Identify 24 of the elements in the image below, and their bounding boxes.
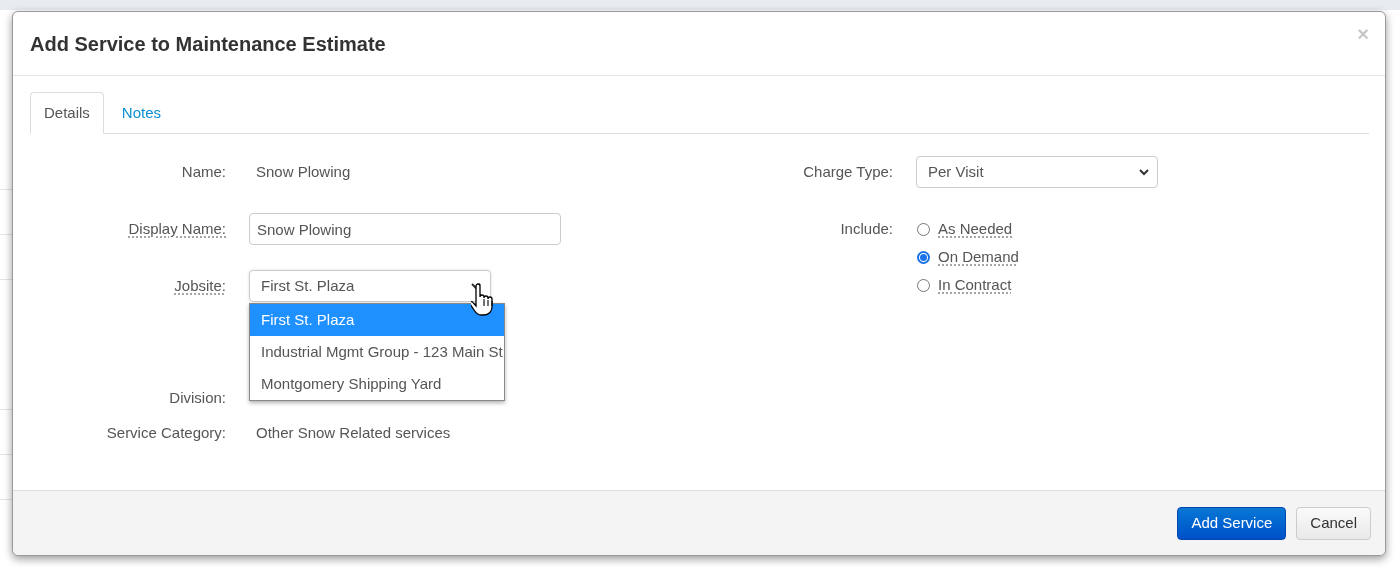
radio-button[interactable] bbox=[917, 250, 930, 264]
text-input[interactable]: Snow Plowing bbox=[249, 213, 561, 245]
field-value: Snow Plowing bbox=[255, 161, 351, 182]
dropdown-option[interactable]: Montgomery Shipping Yard bbox=[250, 368, 504, 400]
radio-label: On Demand bbox=[938, 246, 1019, 267]
select-field[interactable]: Per Visit bbox=[916, 156, 1158, 188]
add-button[interactable]: Add Service bbox=[1177, 506, 1287, 540]
dropdown-option[interactable]: Industrial Mgmt Group - 123 Main St bbox=[250, 336, 504, 368]
field-label: Charge Type: bbox=[803, 161, 893, 182]
dialog-title: Add Service to Maintenance Estimate bbox=[30, 31, 386, 57]
field-value: Other Snow Related services bbox=[255, 422, 451, 443]
radio-label: In Contract bbox=[938, 274, 1012, 295]
field-label: Name: bbox=[181, 161, 226, 182]
field-label: Jobsite: bbox=[174, 275, 226, 296]
field-label: Include: bbox=[840, 218, 893, 239]
tab[interactable]: Notes bbox=[103, 92, 180, 134]
radio-label: As Needed bbox=[938, 218, 1013, 239]
tab[interactable]: Details bbox=[30, 92, 104, 134]
field-label: Division: bbox=[169, 387, 226, 408]
field-label: Display Name: bbox=[128, 218, 226, 239]
cancel-button[interactable]: Cancel bbox=[1296, 506, 1371, 540]
field-label: Service Category: bbox=[106, 422, 226, 443]
select-field[interactable]: First St. Plaza bbox=[249, 270, 491, 302]
chevron-icon bbox=[1139, 168, 1149, 176]
